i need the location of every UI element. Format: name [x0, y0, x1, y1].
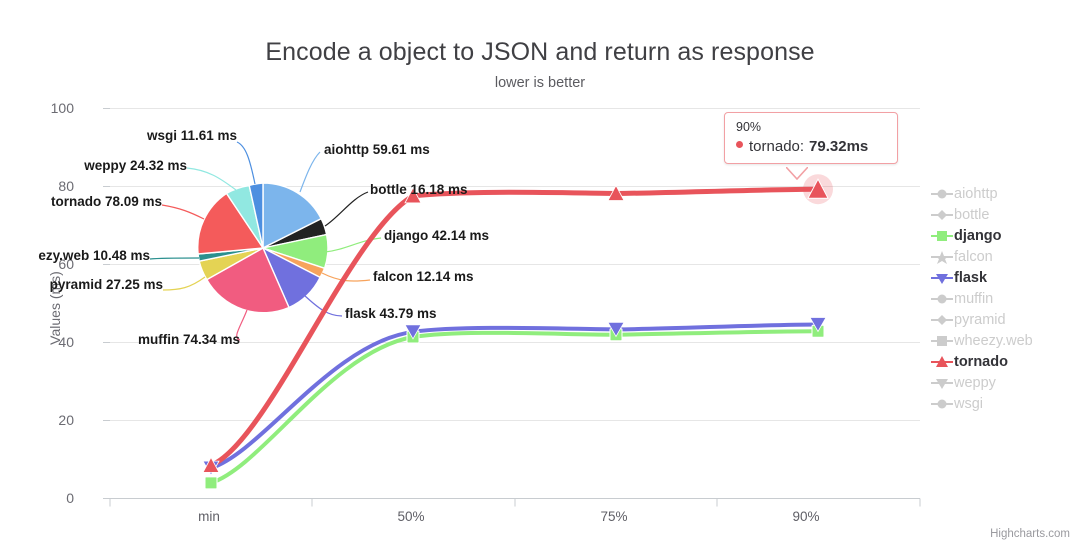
pie-label-wsgi: wsgi 11.61 ms — [146, 128, 237, 143]
series-markers-flask — [202, 317, 827, 476]
legend-label-django: django — [954, 227, 1002, 244]
square-icon — [930, 228, 954, 244]
series-line-django — [209, 329, 820, 485]
legend-label-flask: flask — [954, 269, 988, 286]
pie-label-muffin: muffin 74.34 ms — [137, 332, 240, 347]
pie-label-bottle: bottle 16.18 ms — [370, 182, 468, 197]
legend-item-pyramid[interactable]: pyramid — [930, 309, 1080, 330]
circle-icon — [930, 291, 954, 307]
plot-area — [103, 108, 921, 507]
star-icon — [930, 249, 954, 265]
pie-chart — [197, 182, 329, 314]
legend-label-pyramid: pyramid — [954, 311, 1006, 328]
legend-item-muffin[interactable]: muffin — [930, 288, 1080, 309]
pie-label-django: django 42.14 ms — [384, 228, 490, 243]
legend-label-aiohttp: aiohttp — [954, 185, 998, 202]
x-axis-line — [109, 498, 921, 507]
pie-label-wheezy-web: ezy.web 10.48 ms — [38, 248, 150, 263]
tooltip-header: 90% — [736, 120, 762, 134]
triangle-up-icon — [930, 354, 954, 370]
legend-label-falcon: falcon — [954, 248, 993, 265]
circle-icon — [930, 396, 954, 412]
triangle-down-icon — [930, 270, 954, 286]
pie-label-pyramid: pyramid 27.25 ms — [49, 277, 163, 292]
legend-label-wsgi: wsgi — [954, 395, 984, 412]
legend-item-wheezy-web[interactable]: wheezy.web — [930, 330, 1080, 351]
legend-label-weppy: weppy — [954, 374, 996, 391]
tooltip: 90% tornado: 79.32ms — [724, 112, 898, 164]
square-icon — [930, 333, 954, 349]
tooltip-row: tornado: 79.32ms — [736, 138, 887, 155]
legend-item-wsgi[interactable]: wsgi — [930, 393, 1080, 414]
connector-pyramid — [162, 276, 206, 291]
diamond-icon — [930, 207, 954, 223]
pie-label-weppy: weppy 24.32 ms — [84, 158, 187, 173]
connector-wheezy — [149, 257, 200, 260]
legend-item-falcon[interactable]: falcon — [930, 246, 1080, 267]
pie-label-flask: flask 43.79 ms — [345, 306, 437, 321]
tooltip-series-value: 79.32ms — [809, 138, 869, 155]
credits-link[interactable]: Highcharts.com — [990, 528, 1070, 540]
circle-icon — [930, 186, 954, 202]
tooltip-series-name: tornado: — [749, 138, 805, 155]
tooltip-series-dot-icon — [736, 141, 743, 148]
legend-item-aiohttp[interactable]: aiohttp — [930, 183, 1080, 204]
pie-label-falcon: falcon 12.14 ms — [373, 269, 474, 284]
highcharts-container: Encode a object to JSON and return as re… — [0, 0, 1080, 546]
series-markers-django — [204, 324, 825, 490]
triangle-down-icon — [930, 375, 954, 391]
connector-bottle — [324, 191, 369, 227]
legend-item-django[interactable]: django — [930, 225, 1080, 246]
legend-item-bottle[interactable]: bottle — [930, 204, 1080, 225]
pie-label-tornado: tornado 78.09 ms — [50, 194, 162, 209]
legend-item-flask[interactable]: flask — [930, 267, 1080, 288]
tooltip-pointer-icon — [786, 167, 808, 180]
legend-label-bottle: bottle — [954, 206, 990, 223]
legend-item-tornado[interactable]: tornado — [930, 351, 1080, 372]
diamond-icon — [930, 312, 954, 328]
legend-label-muffin: muffin — [954, 290, 994, 307]
connector-wsgi — [236, 141, 256, 185]
pie-label-aiohttp: aiohttp 59.61 ms — [324, 142, 430, 157]
legend-label-wheezy-web: wheezy.web — [954, 332, 1033, 349]
legend: aiohttp bottle django falcon flask muffi… — [930, 183, 1080, 414]
legend-label-tornado: tornado — [954, 353, 1008, 370]
legend-item-weppy[interactable]: weppy — [930, 372, 1080, 393]
connector-tornado — [161, 204, 205, 220]
